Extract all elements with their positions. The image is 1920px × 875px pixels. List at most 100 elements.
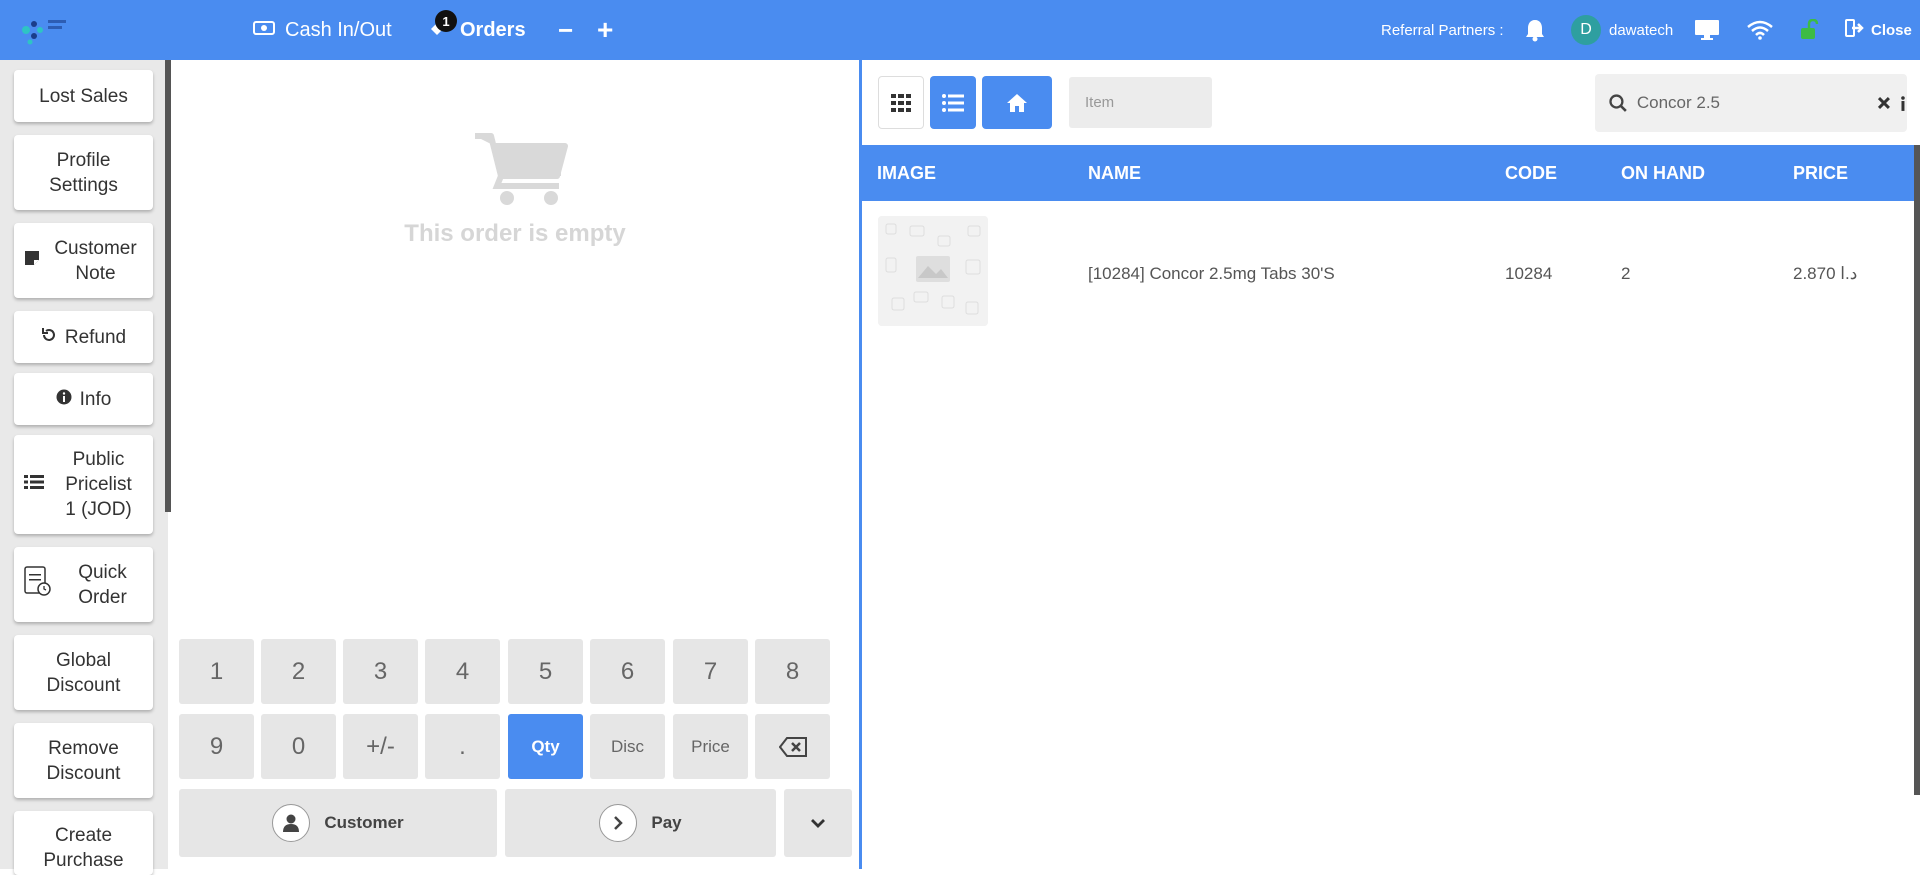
sidebar-item-label: Public Pricelist 1 (JOD): [65, 449, 132, 520]
search-icon: [1609, 94, 1627, 112]
numpad-key-2[interactable]: 2: [261, 639, 336, 704]
quick-order-button[interactable]: Quick Order: [14, 547, 153, 622]
column-header-code: CODE: [1505, 163, 1558, 183]
numpad-key-1[interactable]: 1: [179, 639, 254, 704]
sidebar-item-label: Profile Settings: [49, 149, 118, 196]
column-header-name: NAME: [1088, 163, 1141, 183]
global-discount-button[interactable]: Global Discount: [14, 635, 153, 710]
customer-note-button[interactable]: Customer Note: [14, 223, 153, 298]
list-icon: [942, 93, 964, 112]
info-icon[interactable]: [1899, 95, 1907, 111]
pay-label: Pay: [651, 813, 682, 832]
numpad-key-plus-minus[interactable]: +/-: [343, 714, 418, 779]
sidebar-item-label: Info: [79, 388, 112, 410]
qty-mode-button[interactable]: Qty: [508, 714, 583, 779]
chevron-right-icon: [599, 804, 638, 842]
cash-in-out-button[interactable]: Cash In/Out: [253, 0, 392, 60]
item-filter-input[interactable]: Item: [1069, 77, 1212, 128]
product-list-scrollbar[interactable]: [1914, 145, 1920, 795]
user-icon: [272, 804, 311, 842]
search-input[interactable]: [1636, 93, 1866, 113]
sign-out-icon: [1845, 19, 1865, 41]
numpad-key-6[interactable]: 6: [590, 639, 665, 704]
table-row[interactable]: [10284] Concor 2.5mg Tabs 30'S 10284 2 2…: [862, 210, 1918, 330]
pay-button[interactable]: Pay: [505, 789, 776, 857]
numpad-key-9[interactable]: 9: [179, 714, 254, 779]
product-price: 2.870 د.ا: [1793, 264, 1858, 283]
backspace-button[interactable]: [755, 714, 830, 779]
numpad-key-dot[interactable]: .: [425, 714, 500, 779]
pricelist-button[interactable]: Public Pricelist 1 (JOD): [14, 435, 153, 534]
sidebar-item-label: Remove Discount: [46, 737, 121, 784]
create-purchase-button[interactable]: Create Purchase: [14, 811, 153, 875]
user-name: dawatech: [1609, 21, 1674, 39]
orders-count-badge: 1: [435, 10, 457, 32]
empty-order-message: This order is empty: [404, 220, 626, 247]
column-header-price: PRICE: [1793, 163, 1849, 183]
left-sidebar: Lost Sales Profile Settings Customer Not…: [0, 60, 168, 875]
product-on-hand: 2: [1621, 264, 1631, 283]
lost-sales-button[interactable]: Lost Sales: [14, 70, 153, 122]
money-icon: [253, 19, 275, 42]
top-bar: Cash In/Out Orders 1 − + Referral Partne…: [0, 0, 1920, 60]
grid-view-button[interactable]: [878, 76, 924, 129]
clear-search-icon[interactable]: [1877, 96, 1891, 110]
product-name: [10284] Concor 2.5mg Tabs 30'S: [1088, 264, 1335, 283]
column-header-on-hand: ON HAND: [1621, 163, 1705, 183]
add-order-button[interactable]: +: [597, 0, 613, 60]
numpad-key-3[interactable]: 3: [343, 639, 418, 704]
sidebar-item-label: Customer Note: [54, 237, 137, 284]
plus-icon: +: [597, 14, 614, 45]
referral-partners-label: Referral Partners :: [1381, 21, 1504, 39]
numpad-key-4[interactable]: 4: [425, 639, 500, 704]
home-button[interactable]: [982, 76, 1052, 129]
column-header-image: IMAGE: [877, 163, 937, 183]
sidebar-item-label: Quick Order: [78, 561, 127, 608]
unlock-icon[interactable]: [1799, 0, 1821, 60]
numpad-key-0[interactable]: 0: [261, 714, 336, 779]
info-circle-icon: [56, 387, 72, 412]
user-menu[interactable]: D dawatech: [1571, 0, 1673, 60]
remove-order-button[interactable]: −: [558, 0, 573, 60]
info-button[interactable]: Info: [14, 373, 153, 425]
avatar: D: [1571, 15, 1601, 45]
product-pane: Item IMAGE NAME CODE ON HAND PRICE [1: [862, 60, 1920, 869]
backspace-icon: [778, 736, 807, 757]
cash-in-out-label: Cash In/Out: [285, 18, 392, 41]
clipboard-clock-icon: [24, 565, 52, 604]
numpad-key-8[interactable]: 8: [755, 639, 830, 704]
sticky-note-icon: [24, 248, 40, 273]
list-view-button[interactable]: [930, 76, 976, 129]
orders-label: Orders: [460, 18, 526, 41]
sidebar-item-label: Global Discount: [46, 649, 121, 696]
wifi-icon: [1747, 0, 1773, 60]
sidebar-item-label: Refund: [64, 326, 127, 348]
numpad: 1 2 3 4 5 6 7 8 9 0 +/- . Qty Disc Price…: [171, 636, 859, 869]
product-image-placeholder: [878, 216, 988, 326]
close-label: Close: [1871, 21, 1912, 39]
refund-button[interactable]: Refund: [14, 311, 153, 363]
product-table-header: IMAGE NAME CODE ON HAND PRICE: [862, 145, 1918, 201]
more-actions-button[interactable]: [784, 789, 852, 857]
numpad-key-7[interactable]: 7: [673, 639, 748, 704]
chevron-down-icon: [811, 819, 825, 828]
undo-icon: [41, 325, 57, 350]
profile-settings-button[interactable]: Profile Settings: [14, 135, 153, 210]
numpad-key-5[interactable]: 5: [508, 639, 583, 704]
search-bar: [1595, 74, 1907, 132]
list-icon: [24, 472, 44, 497]
home-icon: [1007, 93, 1027, 112]
remove-discount-button[interactable]: Remove Discount: [14, 723, 153, 798]
monitor-icon[interactable]: [1694, 0, 1720, 60]
close-button[interactable]: Close: [1845, 0, 1912, 60]
app-logo: [22, 20, 66, 45]
sidebar-item-label: Create Purchase: [43, 825, 124, 871]
disc-mode-button[interactable]: Disc: [590, 714, 665, 779]
shopping-cart-icon: [475, 133, 568, 205]
grid-icon: [891, 93, 911, 112]
customer-button[interactable]: Customer: [179, 789, 497, 857]
sidebar-item-label: Lost Sales: [39, 85, 128, 107]
minus-icon: −: [558, 14, 574, 45]
notification-bell-icon[interactable]: [1524, 0, 1546, 60]
price-mode-button[interactable]: Price: [673, 714, 748, 779]
